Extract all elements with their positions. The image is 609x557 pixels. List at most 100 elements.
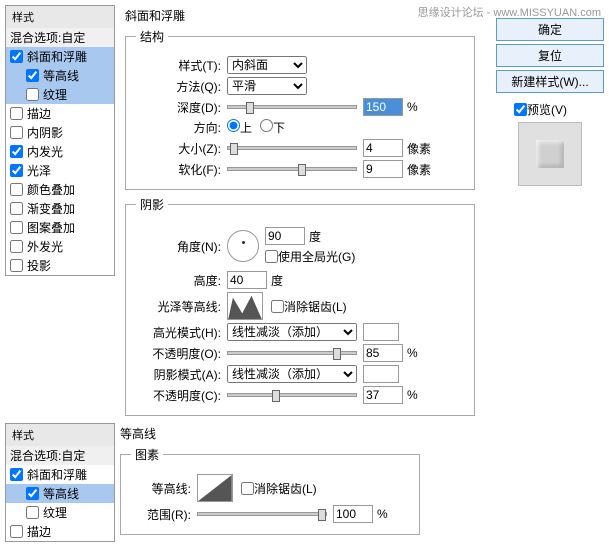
contour-antialias-check[interactable] [241,482,254,495]
texture-check-2[interactable] [26,506,39,519]
size-slider[interactable] [227,146,357,150]
style-select[interactable]: 内斜面 [227,56,307,74]
satin-check[interactable] [10,164,23,177]
contour-check-2[interactable] [26,487,39,500]
contour-panel: 等高线 图素 等高线:消除锯齿(L) 范围(R):% [120,423,420,541]
altitude-unit: 度 [271,272,283,289]
gloss-antialias-check[interactable] [271,300,284,313]
depth-slider[interactable] [227,105,357,109]
coloroverlay-label: 颜色叠加 [27,181,75,198]
texture-label: 纹理 [43,86,67,103]
new-style-button[interactable]: 新建样式(W)... [496,70,604,93]
elements-fieldset: 图素 等高线:消除锯齿(L) 范围(R):% [120,446,420,535]
bevel-check-2[interactable] [10,468,23,481]
altitude-label: 高度: [136,272,221,289]
structure-legend: 结构 [136,28,168,45]
shading-fieldset: 阴影 角度(N):度使用全局光(G) 高度:度 光泽等高线:消除锯齿(L) 高光… [125,196,475,416]
range-slider[interactable] [197,512,327,516]
angle-label: 角度(N): [136,238,221,255]
coloroverlay-check[interactable] [10,183,23,196]
sh-opacity-input[interactable] [363,386,403,404]
size-input[interactable] [363,139,403,157]
soften-input[interactable] [363,160,403,178]
innershadow-check[interactable] [10,126,23,139]
range-unit: % [377,507,388,521]
preview-check[interactable] [514,103,527,116]
stroke-check-2[interactable] [10,525,23,538]
stroke-row-2[interactable]: 描边 [6,522,114,541]
preview-box [518,122,582,186]
structure-fieldset: 结构 样式(T):内斜面 方法(Q):平滑 深度(D):% 方向:上下 大小(Z… [125,28,475,190]
shadow-color-swatch[interactable] [363,365,399,383]
texture-check[interactable] [26,88,39,101]
depth-label: 深度(D): [136,99,221,116]
shading-legend: 阴影 [136,196,168,213]
bevel-row[interactable]: 斜面和浮雕 [6,47,114,66]
altitude-input[interactable] [227,271,267,289]
contour-antialias-label: 消除锯齿(L) [254,480,317,497]
satin-label: 光泽 [27,162,51,179]
highlight-color-swatch[interactable] [363,323,399,341]
shadow-mode-label: 阴影模式(A): [136,366,221,383]
dropshadow-check[interactable] [10,259,23,272]
soften-label: 软化(F): [136,161,221,178]
texture-row-2[interactable]: 纹理 [6,503,114,522]
sh-opacity-slider[interactable] [227,393,357,397]
gradoverlay-check[interactable] [10,202,23,215]
global-light-label: 使用全局光(G) [278,248,355,265]
sh-opacity-label: 不透明度(C): [136,387,221,404]
preview-label: 预览(V) [527,101,567,118]
hi-opacity-slider[interactable] [227,351,357,355]
texture-row[interactable]: 纹理 [6,85,114,104]
direction-label: 方向: [136,119,221,136]
hi-opacity-input[interactable] [363,344,403,362]
dir-down[interactable]: 下 [260,121,285,135]
elements-legend: 图素 [131,446,163,463]
size-label: 大小(Z): [136,140,221,157]
contour-curve[interactable] [197,474,233,502]
patoverlay-check[interactable] [10,221,23,234]
stroke-check[interactable] [10,107,23,120]
color-overlay-row[interactable]: 颜色叠加 [6,180,114,199]
hi-opacity-label: 不透明度(O): [136,345,221,362]
satin-row[interactable]: 光泽 [6,161,114,180]
gloss-curve[interactable] [227,292,263,320]
outerglow-check[interactable] [10,240,23,253]
global-light-check[interactable] [265,250,278,263]
method-select[interactable]: 平滑 [227,77,307,95]
contour-row-2[interactable]: 等高线 [6,484,114,503]
contour-label2: 等高线: [131,480,191,497]
bevel-label-2: 斜面和浮雕 [27,466,87,483]
shadow-mode-select[interactable]: 线性减淡（添加） [227,365,357,383]
innerglow-label: 内发光 [27,143,63,160]
patoverlay-label: 图案叠加 [27,219,75,236]
method-label: 方法(Q): [136,78,221,95]
bevel-row-2[interactable]: 斜面和浮雕 [6,465,114,484]
inner-glow-row[interactable]: 内发光 [6,142,114,161]
ok-button[interactable]: 确定 [496,18,604,41]
pattern-overlay-row[interactable]: 图案叠加 [6,218,114,237]
highlight-mode-select[interactable]: 线性减淡（添加） [227,323,357,341]
direction-group: 上下 [227,119,293,136]
inner-shadow-row[interactable]: 内阴影 [6,123,114,142]
blend-options-row[interactable]: 混合选项:自定 [6,28,114,47]
blend-options-row-2[interactable]: 混合选项:自定 [6,446,114,465]
contour-title: 等高线 [120,425,420,442]
range-input[interactable] [333,505,373,523]
contour-check[interactable] [26,69,39,82]
soften-slider[interactable] [227,167,357,171]
texture-label-2: 纹理 [43,504,67,521]
gradient-overlay-row[interactable]: 渐变叠加 [6,199,114,218]
innerglow-check[interactable] [10,145,23,158]
main-panel: 斜面和浮雕 结构 样式(T):内斜面 方法(Q):平滑 深度(D):% 方向:上… [125,5,475,422]
outer-glow-row[interactable]: 外发光 [6,237,114,256]
angle-input[interactable] [265,227,305,245]
bevel-check[interactable] [10,50,23,63]
dir-up[interactable]: 上 [227,121,252,135]
drop-shadow-row[interactable]: 投影 [6,256,114,275]
reset-button[interactable]: 复位 [496,44,604,67]
depth-input[interactable] [363,98,403,116]
contour-row[interactable]: 等高线 [6,66,114,85]
angle-control[interactable] [227,230,259,262]
stroke-row[interactable]: 描边 [6,104,114,123]
